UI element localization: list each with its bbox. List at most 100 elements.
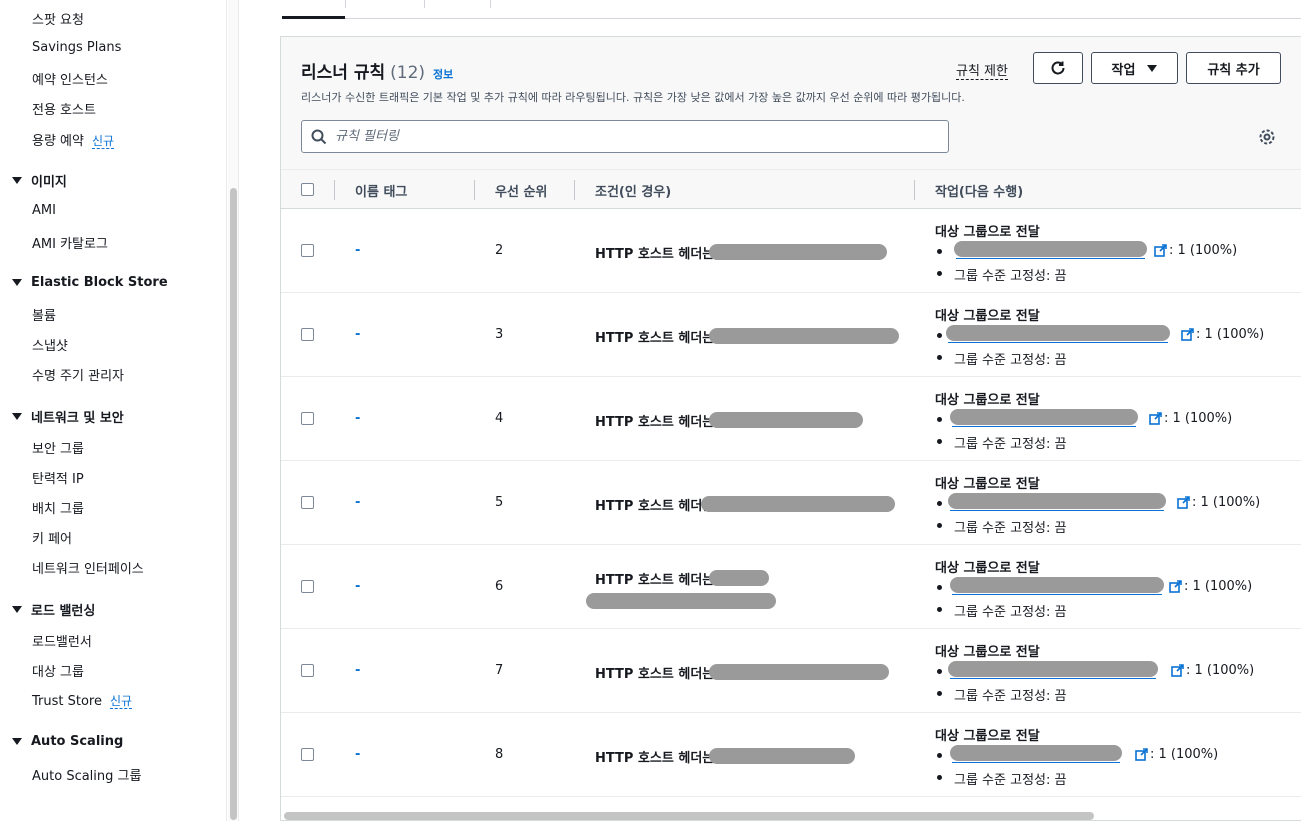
external-link-icon[interactable] xyxy=(1177,496,1190,509)
sidebar-item-load-balancers[interactable]: 로드밸런서 xyxy=(32,631,92,650)
select-all-checkbox[interactable] xyxy=(301,183,314,196)
table-row[interactable]: - 8 HTTP 호스트 헤더는 대상 그룹으로 전달: 1 (100%) 그룹 수준 … xyxy=(281,713,1301,797)
sidebar-item-key-pairs[interactable]: 키 페어 xyxy=(32,528,72,547)
weight-value: : 1 (100%) xyxy=(1150,747,1219,762)
bullet xyxy=(937,439,942,444)
weight-value: : 1 (100%) xyxy=(1164,411,1233,426)
section-title: Elastic Block Store xyxy=(31,275,168,290)
weight-value: : 1 (100%) xyxy=(1184,579,1253,594)
bullet xyxy=(937,753,942,758)
external-link-icon[interactable] xyxy=(1171,664,1184,677)
sidebar-item-trust-store[interactable]: Trust Store 신규 xyxy=(32,692,133,709)
weight-text: : 1 (100%) xyxy=(1154,243,1237,258)
external-link-icon[interactable] xyxy=(1181,328,1194,341)
row-checkbox[interactable] xyxy=(301,412,314,425)
actions-dropdown-button[interactable]: 작업 xyxy=(1091,52,1178,84)
condition-cell: HTTP 호스트 헤더는 xyxy=(595,247,715,262)
sidebar-item-ami-catalog[interactable]: AMI 카탈로그 xyxy=(32,233,108,252)
bullet xyxy=(937,691,942,696)
link-underline xyxy=(950,678,1156,679)
target-group-link[interactable] xyxy=(948,661,1158,677)
sidebar-item-label: 수명 주기 관리자 xyxy=(32,369,124,384)
sidebar-item-auto-scaling-groups[interactable]: Auto Scaling 그룹 xyxy=(32,765,141,784)
gear-icon[interactable] xyxy=(1258,128,1276,146)
bullet xyxy=(937,585,942,590)
info-link[interactable]: 정보 xyxy=(433,66,453,82)
column-header-action[interactable]: 작업(다음 수행) xyxy=(935,181,1023,200)
caret-down-icon xyxy=(12,177,22,184)
sidebar-item-volumes[interactable]: 볼륨 xyxy=(32,305,56,324)
sidebar-item-label: 배치 그룹 xyxy=(32,502,84,517)
sidebar-item-savings-plans[interactable]: Savings Plans xyxy=(32,40,121,55)
tab-divider xyxy=(490,0,491,8)
rule-filter[interactable] xyxy=(301,120,949,153)
caret-down-icon xyxy=(12,413,22,420)
search-input[interactable] xyxy=(335,129,925,144)
column-divider[interactable] xyxy=(914,180,915,200)
sidebar-item-lifecycle-manager[interactable]: 수명 주기 관리자 xyxy=(32,365,124,384)
priority-cell: 8 xyxy=(495,747,504,762)
sidebar-item-snapshots[interactable]: 스냅샷 xyxy=(32,335,68,354)
weight-value: : 1 (100%) xyxy=(1169,243,1238,258)
panel-header: 리스너 규칙 (12) 정보 리스너가 수신한 트래픽은 기본 작업 및 추가 … xyxy=(281,37,1301,169)
row-checkbox[interactable] xyxy=(301,328,314,341)
sidebar-section-auto-scaling[interactable]: Auto Scaling xyxy=(12,734,123,749)
panel-description: 리스너가 수신한 트래픽은 기본 작업 및 추가 규칙에 따라 라우팅됩니다. … xyxy=(301,91,965,104)
horizontal-scrollbar-thumb[interactable] xyxy=(284,812,1094,820)
add-rule-button[interactable]: 규칙 추가 xyxy=(1186,52,1281,84)
column-header-condition[interactable]: 조건(인 경우) xyxy=(595,181,671,200)
sidebar-item-elastic-ips[interactable]: 탄력적 IP xyxy=(32,468,84,487)
target-group-link[interactable] xyxy=(954,241,1147,257)
external-link-icon[interactable] xyxy=(1169,580,1182,593)
priority-cell: 3 xyxy=(495,327,504,342)
sidebar-section-network-security[interactable]: 네트워크 및 보안 xyxy=(12,407,124,426)
sidebar-item-reserved-instances[interactable]: 예약 인스턴스 xyxy=(32,69,108,88)
sidebar-section-images[interactable]: 이미지 xyxy=(12,171,67,190)
target-group-link[interactable] xyxy=(950,409,1138,425)
table-row[interactable]: - 4 HTTP 호스트 헤더는 대상 그룹으로 전달: 1 (100%) 그룹 수준 … xyxy=(281,377,1301,461)
row-checkbox[interactable] xyxy=(301,244,314,257)
row-checkbox[interactable] xyxy=(301,748,314,761)
column-divider[interactable] xyxy=(574,180,575,200)
sidebar-item-dedicated-hosts[interactable]: 전용 호스트 xyxy=(32,99,96,118)
link-underline xyxy=(952,594,1162,595)
table-row[interactable]: - 3 HTTP 호스트 헤더는 대상 그룹으로 전달: 1 (100%) 그룹 수준 … xyxy=(281,293,1301,377)
column-header-priority[interactable]: 우선 순위 xyxy=(495,181,547,200)
refresh-button[interactable] xyxy=(1033,52,1083,84)
external-link-icon[interactable] xyxy=(1135,748,1148,761)
table-row[interactable]: - 6 HTTP 호스트 헤더는 대상 그룹으로 전달: 1 (100%) 그룹 수준 … xyxy=(281,545,1301,629)
sidebar-item-spot-requests[interactable]: 스팟 요청 xyxy=(32,9,84,28)
sidebar-section-load-balancing[interactable]: 로드 밸런싱 xyxy=(12,600,95,619)
target-group-link[interactable] xyxy=(950,745,1122,761)
section-title: 네트워크 및 보안 xyxy=(31,411,124,426)
rule-limit-link[interactable]: 규칙 제한 xyxy=(956,60,1008,80)
tab-active-indicator[interactable] xyxy=(282,16,345,19)
table-row[interactable]: - 7 HTTP 호스트 헤더는 대상 그룹으로 전달: 1 (100%) 그룹 수준 … xyxy=(281,629,1301,713)
add-rule-label: 규칙 추가 xyxy=(1207,62,1260,78)
table-row[interactable]: - 5 HTTP 호스트 헤더는 대상 그룹으로 전달: 1 (100%) 그룹 수준 … xyxy=(281,461,1301,545)
target-group-link[interactable] xyxy=(950,577,1164,593)
bullet xyxy=(937,607,942,612)
target-group-link[interactable] xyxy=(948,493,1166,509)
target-group-link[interactable] xyxy=(946,325,1170,341)
sidebar-item-security-groups[interactable]: 보안 그룹 xyxy=(32,438,84,457)
link-underline xyxy=(948,342,1168,343)
external-link-icon[interactable] xyxy=(1154,244,1167,257)
row-checkbox[interactable] xyxy=(301,580,314,593)
external-link-icon[interactable] xyxy=(1149,412,1162,425)
action-title: 대상 그룹으로 전달 xyxy=(935,477,1040,492)
sidebar-section-ebs[interactable]: Elastic Block Store xyxy=(12,275,168,290)
sidebar-item-ami[interactable]: AMI xyxy=(32,203,56,218)
sidebar-item-capacity-reservations[interactable]: 용량 예약 신규 xyxy=(32,130,115,149)
column-header-name-tag[interactable]: 이름 태그 xyxy=(355,181,407,200)
row-checkbox[interactable] xyxy=(301,496,314,509)
condition-cell: HTTP 호스트 헤더는 xyxy=(595,667,715,682)
row-checkbox[interactable] xyxy=(301,664,314,677)
sidebar-item-placement-groups[interactable]: 배치 그룹 xyxy=(32,498,84,517)
sidebar-item-network-interfaces[interactable]: 네트워크 인터페이스 xyxy=(32,558,144,577)
table-row[interactable]: - 2 HTTP 호스트 헤더는 대상 그룹으로 전달: 1 (100%) 그룹 수준 … xyxy=(281,209,1301,293)
refresh-icon xyxy=(1051,61,1065,75)
sidebar-item-target-groups[interactable]: 대상 그룹 xyxy=(32,661,84,680)
column-divider[interactable] xyxy=(474,180,475,200)
vertical-scrollbar-thumb[interactable] xyxy=(230,188,237,820)
